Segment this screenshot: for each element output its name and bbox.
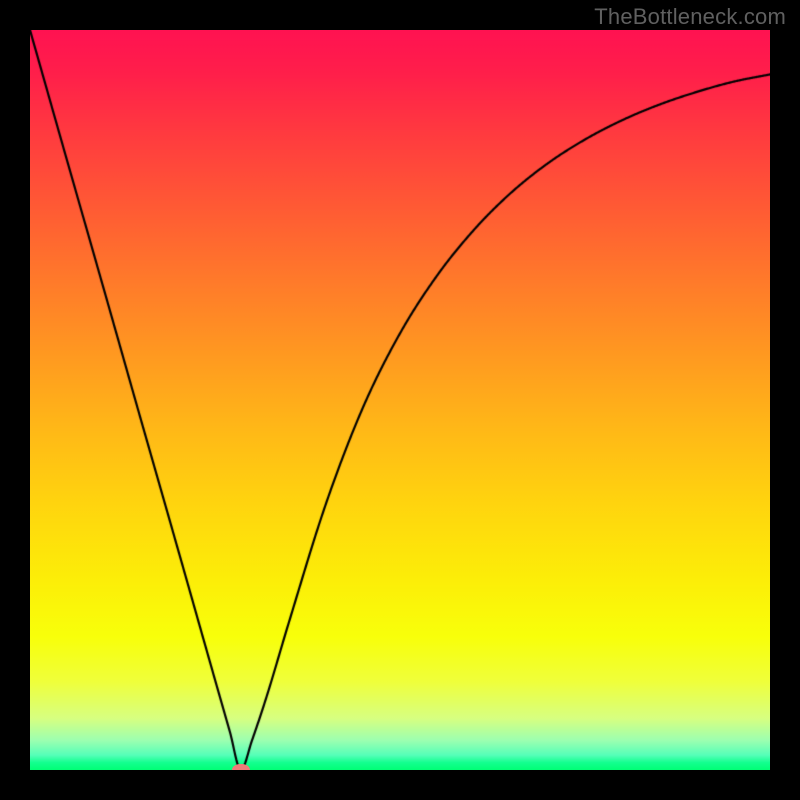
watermark-text: TheBottleneck.com bbox=[594, 4, 786, 30]
chart-frame: TheBottleneck.com bbox=[0, 0, 800, 800]
min-marker bbox=[232, 764, 250, 770]
level-curve bbox=[30, 30, 770, 770]
plot-area bbox=[30, 30, 770, 770]
